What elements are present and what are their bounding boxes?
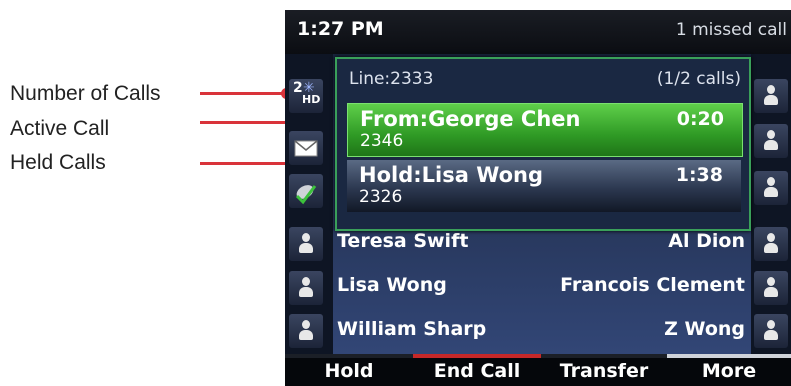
contact-icon[interactable] (754, 171, 788, 205)
softkey-label: More (701, 360, 757, 382)
call-duration: 1:38 (675, 164, 723, 186)
annotation-number-of-calls: Number of Calls (10, 82, 161, 105)
contact-icon[interactable] (754, 271, 788, 305)
softkey-label: Transfer (559, 360, 649, 382)
contact-name[interactable]: Francois Clement (560, 274, 745, 296)
contact-name[interactable]: Teresa Swift (337, 230, 468, 252)
active-call[interactable]: From:George Chen 2346 0:20 (347, 103, 743, 157)
hold-softkey[interactable]: Hold (285, 354, 413, 386)
contact-icon[interactable] (754, 314, 788, 348)
contact-icon[interactable] (289, 314, 323, 348)
contact-icon[interactable] (754, 124, 788, 158)
call-duration: 0:20 (676, 108, 724, 130)
transfer-softkey[interactable]: Transfer (541, 354, 667, 386)
right-icon-column (751, 54, 791, 354)
line-label: Line:2333 (349, 69, 434, 89)
annotation-line (200, 92, 286, 95)
contact-icon[interactable] (289, 271, 323, 305)
contact-name[interactable]: Lisa Wong (337, 274, 447, 296)
phone-screen: 1:27 PM 1 missed call 2 HD ✳ Teresa Swif… (285, 10, 791, 386)
contact-name[interactable]: William Sharp (337, 318, 486, 340)
contact-icon[interactable] (289, 227, 323, 261)
status-bar: 1:27 PM 1 missed call (285, 10, 791, 54)
held-call[interactable]: Hold:Lisa Wong 2326 1:38 (347, 160, 741, 212)
annotation-active-call: Active Call (10, 117, 110, 140)
caller-number: 2326 (359, 187, 403, 207)
softkey-label: End Call (433, 360, 521, 382)
caller-name: From:George Chen (360, 107, 581, 131)
contact-row[interactable]: Lisa Wong Francois Clement (333, 264, 751, 308)
softkey-bar: Hold End Call Transfer More (285, 354, 791, 386)
left-icon-column: 2 HD ✳ (285, 54, 333, 354)
calls-panel-header: Line:2333 (1/2 calls) (337, 59, 749, 101)
directory-icon[interactable] (289, 174, 323, 208)
end-call-softkey[interactable]: End Call (413, 354, 541, 386)
contact-row[interactable]: William Sharp Z Wong (333, 308, 751, 352)
caller-number: 2346 (360, 131, 404, 151)
call-count-label: (1/2 calls) (656, 69, 741, 89)
contact-name[interactable]: Z Wong (664, 318, 745, 340)
softkey-label: Hold (324, 360, 374, 382)
calls-panel: Line:2333 (1/2 calls) From:George Chen 2… (335, 57, 751, 231)
call-count-icon[interactable]: 2 HD ✳ (289, 79, 323, 113)
sparkle-icon: ✳ (303, 80, 315, 96)
contact-icon[interactable] (754, 227, 788, 261)
caller-name: Hold:Lisa Wong (359, 163, 544, 187)
more-softkey[interactable]: More (667, 354, 791, 386)
clock: 1:27 PM (297, 18, 384, 40)
contact-name[interactable]: Al Dion (668, 230, 745, 252)
missed-call-notice[interactable]: 1 missed call (676, 20, 787, 40)
annotation-held-calls: Held Calls (10, 151, 106, 174)
messages-icon[interactable] (289, 131, 323, 165)
contact-icon[interactable] (754, 79, 788, 113)
